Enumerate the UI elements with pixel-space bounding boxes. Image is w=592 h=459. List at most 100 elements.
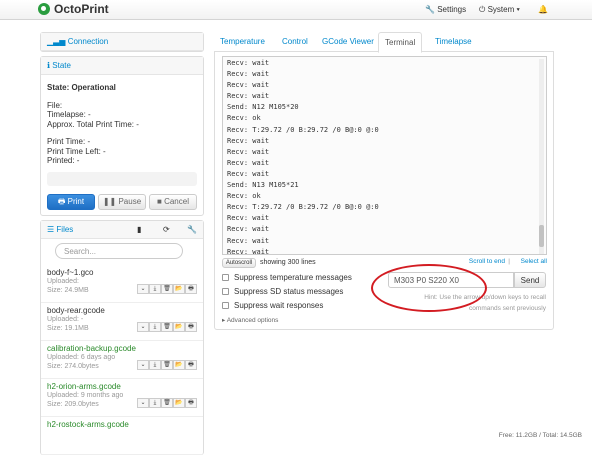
folder-open-icon[interactable]: 📂 [173,397,185,408]
suppress-wait-row[interactable]: Suppress wait responses [222,301,323,310]
bell-icon[interactable]: 🔔 [538,5,548,14]
file-list-item[interactable]: body-f~1.gco Uploaded: Size: 24.9MB ⌄ ⤓ 🗑 📂 🖶 [41,265,203,303]
state-panel: ℹ State State: Operational File: Timelap… [40,56,204,216]
file-actions: ⌄ ⤓ 🗑 📂 🖶 [137,397,197,408]
brand-name: OctoPrint [54,2,109,16]
send-button[interactable]: Send [514,272,546,288]
print-icon[interactable]: 🖶 [185,359,197,370]
trash-icon[interactable]: 🗑 [161,359,173,370]
file-list-item[interactable]: calibration-backup.gcode Uploaded: 6 days… [41,341,203,379]
file-name[interactable]: body-rear.gcode [47,306,197,315]
refresh-icon[interactable]: ⟳ [163,225,170,234]
state-header[interactable]: ℹ State [41,57,203,75]
terminal-line: Recv: wait [227,147,270,156]
approx-time-line: Approx. Total Print Time: - [47,119,139,129]
select-all-link[interactable]: Select all [521,258,547,265]
terminal-line: Recv: wait [227,81,270,90]
trash-icon[interactable]: 🗑 [161,321,173,332]
terminal-output[interactable]: Recv: wait Recv: wait Recv: wait Recv: wait… [222,56,547,255]
file-actions: ⌄ ⤓ 🗑 📂 🖶 [137,359,197,370]
file-name[interactable]: calibration-backup.gcode [47,344,197,353]
terminal-line: Recv: wait [227,169,270,178]
settings-label: Settings [437,5,467,14]
octoprint-logo-icon [38,3,50,15]
folder-open-icon[interactable]: 📂 [173,283,185,294]
chevron-down-icon[interactable]: ⌄ [137,397,149,408]
suppress-wait-checkbox[interactable] [222,302,229,309]
terminal-line: Recv: wait [227,247,270,255]
suppress-wait-label: Suppress wait responses [234,301,324,310]
print-icon: 🖶 [57,196,68,206]
tab-temperature[interactable]: Temperature [220,37,265,46]
wrench-icon[interactable]: 🔧 [187,225,197,234]
suppress-temp-row[interactable]: Suppress temperature messages [222,273,352,282]
info-icon: ℹ [47,61,51,70]
print-button[interactable]: 🖶 Print [47,193,95,210]
print-icon[interactable]: 🖶 [185,283,197,294]
file-name[interactable]: h2-rostock-arms.gcode [47,420,197,429]
terminal-line: Recv: T:29.72 /0 B:29.72 /0 B@:0 @:0 [227,203,379,212]
download-icon[interactable]: ⤓ [149,283,161,294]
file-list-item[interactable]: body-rear.gcode Uploaded: - Size: 19.1MB ⌄ ⤓… [41,303,203,341]
connection-header[interactable]: ▁▃▅ Connection [41,33,203,51]
power-icon: ⏻ [479,5,486,14]
sidebar: ▁▃▅ Connection ℹ State State: Operationa… [40,32,204,459]
suppress-sd-label: Suppress SD status messages [234,287,344,296]
download-icon[interactable]: ⤓ [149,397,161,408]
suppress-temp-label: Suppress temperature messages [234,273,352,282]
files-header[interactable]: ☰ Files ▮ ⟳ 🔧 [41,220,203,239]
annotation-circle [371,264,487,312]
autoscroll-button[interactable]: Autoscroll [222,258,256,268]
wrench-icon: 🔧 [425,5,435,14]
file-name[interactable]: h2-orion-arms.gcode [47,382,197,391]
terminal-line: Recv: T:29.72 /0 B:29.72 /0 B@:0 @:0 [227,125,379,134]
folder-open-icon[interactable]: 📂 [173,359,185,370]
terminal-line: Recv: wait [227,59,270,67]
state-value: State: Operational [47,83,116,92]
file-name[interactable]: body-f~1.gco [47,268,197,277]
tab-timelapse[interactable]: Timelapse [435,37,472,46]
terminal-line: Recv: wait [227,92,270,101]
tab-control[interactable]: Control [282,37,308,46]
brand[interactable]: OctoPrint [38,2,109,16]
terminal-line: Recv: wait [227,136,270,145]
trash-icon[interactable]: 🗑 [161,397,173,408]
folder-open-icon[interactable]: 📂 [173,321,185,332]
print-progress-bar [47,171,197,186]
separator: | [508,258,510,265]
settings-menu[interactable]: 🔧 Settings [425,5,466,14]
file-list-item[interactable]: h2-rostock-arms.gcode [41,417,203,455]
terminal-line: Recv: wait [227,225,270,234]
print-icon[interactable]: 🖶 [185,321,197,332]
terminal-line: Recv: wait [227,214,270,223]
suppress-temp-checkbox[interactable] [222,274,229,281]
tab-gcode-viewer[interactable]: GCode Viewer [322,37,374,46]
file-icon[interactable]: ▮ [137,225,141,234]
suppress-sd-row[interactable]: Suppress SD status messages [222,287,343,296]
print-time-left-line: Print Time Left: - [47,146,106,156]
showing-lines-label: showing 300 lines [259,259,316,266]
chevron-down-icon[interactable]: ⌄ [137,283,149,294]
printed-line: Printed: - [47,156,80,165]
file-actions: ⌄ ⤓ 🗑 📂 🖶 [137,321,197,332]
chevron-down-icon[interactable]: ⌄ [137,321,149,332]
file-list-item[interactable]: h2-orion-arms.gcode Uploaded: 9 months ag… [41,379,203,417]
pause-icon: ❚❚ [102,196,119,206]
pause-button[interactable]: ❚❚ Pause [98,193,146,210]
files-panel: ☰ Files ▮ ⟳ 🔧 Search... body-f~1.gco Uplo… [40,219,204,455]
terminal-line: Recv: wait [227,70,270,79]
trash-icon[interactable]: 🗑 [161,283,173,294]
chevron-down-icon[interactable]: ⌄ [137,359,149,370]
tab-terminal[interactable]: Terminal [378,32,423,53]
terminal-scrollbar-thumb[interactable] [539,225,544,247]
suppress-sd-checkbox[interactable] [222,288,229,295]
print-icon[interactable]: 🖶 [185,397,197,408]
timelapse-line: Timelapse: - [47,110,91,119]
file-search-input[interactable]: Search... [55,242,183,259]
download-icon[interactable]: ⤓ [149,359,161,370]
advanced-options-toggle[interactable]: ▸ Advanced options [222,316,278,324]
download-icon[interactable]: ⤓ [149,321,161,332]
scroll-to-end-link[interactable]: Scroll to end [469,258,505,265]
cancel-button[interactable]: ■ Cancel [149,193,197,210]
system-menu[interactable]: ⏻ System ▾ [479,5,520,15]
